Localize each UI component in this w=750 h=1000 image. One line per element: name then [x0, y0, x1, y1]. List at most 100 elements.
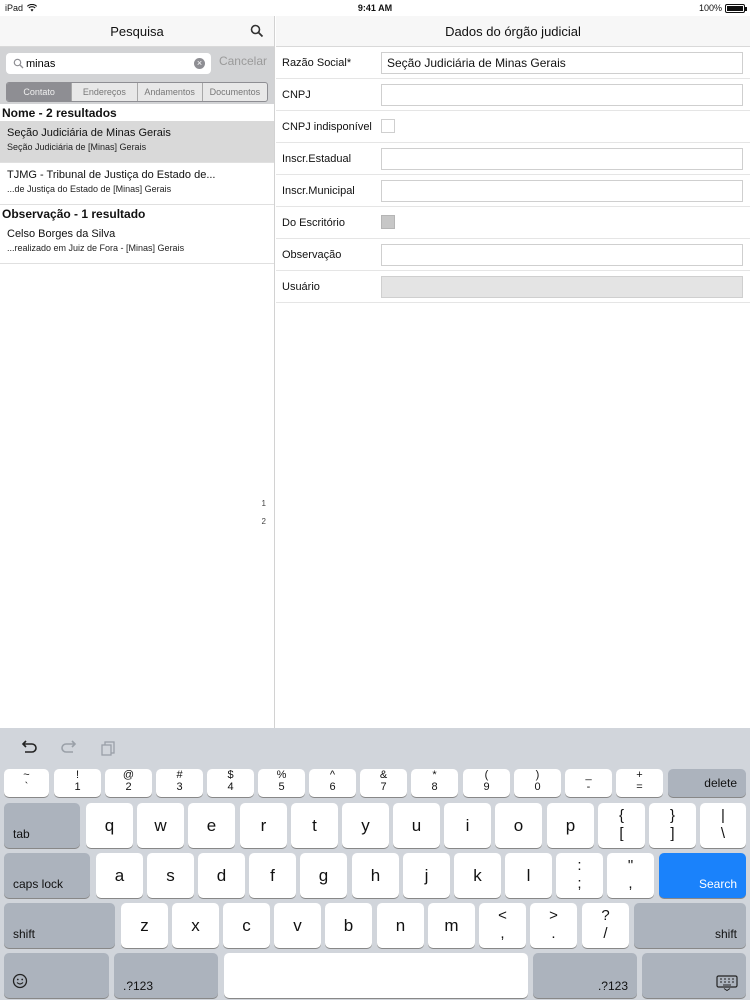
key-s[interactable]: s — [147, 853, 194, 898]
form-row-observacao: Observação — [276, 239, 750, 271]
inscr-municipal-label: Inscr.Municipal — [282, 185, 355, 197]
observacao-field[interactable] — [381, 244, 743, 266]
key-colon[interactable]: :; — [556, 853, 603, 898]
key-8[interactable]: * 8 — [411, 769, 458, 797]
delete-key[interactable]: delete — [668, 769, 746, 797]
search-panel: Pesquisa × Cancelar Contato Endereços An… — [0, 16, 275, 728]
cnpj-field[interactable] — [381, 84, 743, 106]
key-j[interactable]: j — [403, 853, 450, 898]
cnpj-indisponivel-checkbox[interactable] — [381, 119, 395, 133]
key-4[interactable]: $4 — [207, 769, 254, 797]
key-5[interactable]: % 5 — [258, 769, 305, 797]
keyboard-toolbar — [0, 728, 750, 768]
key-n[interactable]: n — [377, 903, 424, 948]
search-field[interactable]: × — [6, 53, 211, 74]
key-w[interactable]: w — [137, 803, 184, 848]
key-7[interactable]: & 7 — [360, 769, 407, 797]
usuario-label: Usuário — [282, 281, 320, 293]
result-title: TJMG - Tribunal de Justiça do Estado de.… — [7, 169, 216, 181]
key-less-than[interactable]: <, — [479, 903, 526, 948]
result-subtitle: Seção Judiciária de [Minas] Gerais — [7, 142, 147, 152]
key-f[interactable]: f — [249, 853, 296, 898]
key-2[interactable]: @2 — [105, 769, 152, 797]
shift-key-left[interactable]: shift — [4, 903, 115, 948]
key-m[interactable]: m — [428, 903, 475, 948]
key-x[interactable]: x — [172, 903, 219, 948]
key-quote[interactable]: ", — [607, 853, 654, 898]
razao-social-label: Razão Social* — [282, 57, 352, 69]
key-u[interactable]: u — [393, 803, 440, 848]
undo-icon[interactable] — [20, 740, 38, 756]
key-o[interactable]: o — [495, 803, 542, 848]
section-title-nome: Nome - 2 resultados — [2, 106, 117, 120]
form-row-cnpj-indisponivel: CNPJ indisponível — [276, 111, 750, 143]
key-9[interactable]: (9 — [463, 769, 510, 797]
tab-andamentos[interactable]: Andamentos — [138, 83, 203, 101]
key-q[interactable]: q — [86, 803, 133, 848]
result-subtitle: ...de Justiça do Estado de [Minas] Gerai… — [7, 184, 172, 194]
caps-lock-key[interactable]: caps lock — [4, 853, 90, 898]
inscr-estadual-field[interactable] — [381, 148, 743, 170]
key-r[interactable]: r — [240, 803, 287, 848]
emoji-key[interactable] — [4, 953, 109, 998]
key-3[interactable]: #3 — [156, 769, 203, 797]
key-z[interactable]: z — [121, 903, 168, 948]
section-index-2[interactable]: 2 — [262, 517, 266, 526]
key-brace-left[interactable]: {[ — [598, 803, 645, 848]
numbers-key-right[interactable]: .?123 — [533, 953, 637, 998]
razao-social-field[interactable]: Seção Judiciária de Minas Gerais — [381, 52, 743, 74]
key-greater-than[interactable]: >. — [530, 903, 577, 948]
key-1[interactable]: ! 1 — [54, 769, 101, 797]
search-input[interactable] — [26, 55, 186, 72]
key-pipe[interactable]: | \ — [700, 803, 746, 848]
key-c[interactable]: c — [223, 903, 270, 948]
key-e[interactable]: e — [188, 803, 235, 848]
inscr-municipal-field[interactable] — [381, 180, 743, 202]
space-key[interactable] — [224, 953, 528, 998]
key-t[interactable]: t — [291, 803, 338, 848]
tab-documentos[interactable]: Documentos — [203, 83, 267, 101]
search-icon[interactable] — [250, 24, 264, 38]
key-l[interactable]: l — [505, 853, 552, 898]
result-item[interactable]: TJMG - Tribunal de Justiça do Estado de.… — [0, 163, 274, 205]
key-brace-right[interactable]: }] — [649, 803, 696, 848]
key-y[interactable]: y — [342, 803, 389, 848]
search-panel-header: Pesquisa — [0, 16, 274, 47]
key-a[interactable]: a — [96, 853, 143, 898]
key-v[interactable]: v — [274, 903, 321, 948]
dismiss-keyboard-key[interactable] — [642, 953, 746, 998]
key-b[interactable]: b — [325, 903, 372, 948]
tab-contato[interactable]: Contato — [7, 83, 73, 101]
key-equals[interactable]: + = — [616, 769, 663, 797]
key-p[interactable]: p — [547, 803, 594, 848]
key-tilde[interactable]: ~ ` — [4, 769, 49, 797]
redo-icon[interactable] — [60, 740, 78, 756]
tab-enderecos[interactable]: Endereços — [72, 83, 138, 101]
do-escritorio-checkbox[interactable] — [381, 215, 395, 229]
key-i[interactable]: i — [444, 803, 491, 848]
clear-search-icon[interactable]: × — [194, 58, 205, 69]
key-d[interactable]: d — [198, 853, 245, 898]
form-row-razao-social: Razão Social* Seção Judiciária de Minas … — [276, 47, 750, 79]
shift-key-right[interactable]: shift — [634, 903, 746, 948]
key-0[interactable]: ) 0 — [514, 769, 561, 797]
onscreen-keyboard: ~ ` ! 1 @2 #3 $4 % 5 ^ 6 & 7 * 8 (9 ) 0 _ - + = d… — [0, 728, 750, 1000]
result-item[interactable]: Seção Judiciária de Minas Gerais Seção J… — [0, 121, 274, 163]
key-g[interactable]: g — [300, 853, 347, 898]
tab-key[interactable]: tab — [4, 803, 80, 848]
paste-icon[interactable] — [100, 740, 118, 756]
key-minus[interactable]: _ - — [565, 769, 612, 797]
status-right: 100% — [699, 3, 747, 13]
search-key[interactable]: Search — [659, 853, 746, 898]
form-row-usuario: Usuário — [276, 271, 750, 303]
result-item[interactable]: Celso Borges da Silva ...realizado em Ju… — [0, 222, 274, 264]
numbers-key-left[interactable]: .?123 — [114, 953, 218, 998]
key-h[interactable]: h — [352, 853, 399, 898]
form-row-inscr-estadual: Inscr.Estadual — [276, 143, 750, 175]
key-k[interactable]: k — [454, 853, 501, 898]
section-title-observacao: Observação - 1 resultado — [2, 207, 146, 221]
cancel-button[interactable]: Cancelar — [219, 54, 267, 68]
section-index-1[interactable]: 1 — [262, 499, 266, 508]
key-6[interactable]: ^ 6 — [309, 769, 356, 797]
key-question[interactable]: ? / — [582, 903, 629, 948]
